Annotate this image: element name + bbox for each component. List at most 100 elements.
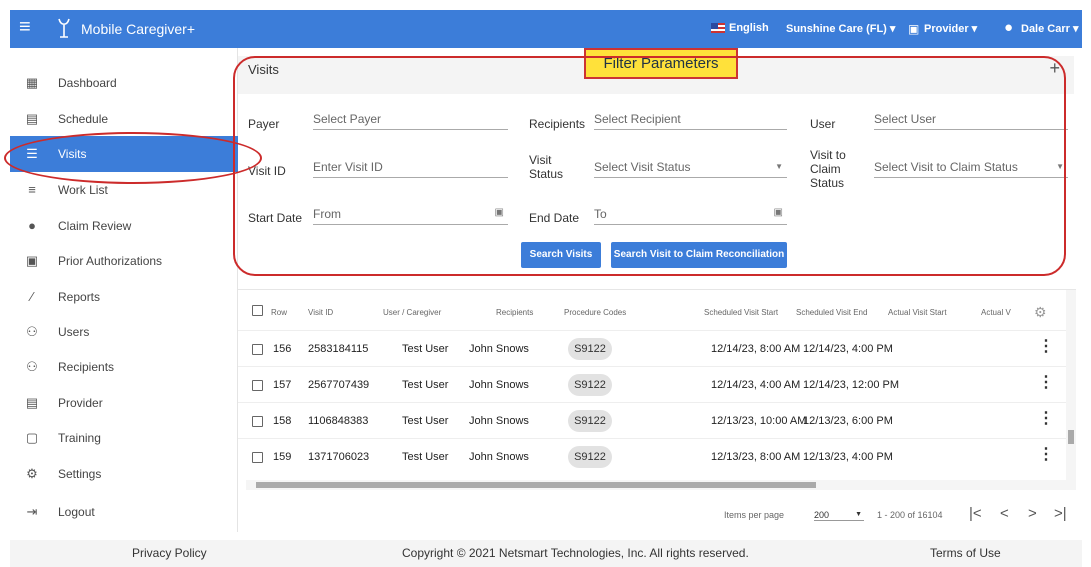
column-header[interactable]: Recipients — [496, 308, 533, 317]
visits-header: Visits + Filter Parameters — [238, 48, 1074, 94]
scheduled-end: 12/14/23, 4:00 PM — [803, 343, 893, 355]
items-per-page-value: 200 — [814, 510, 830, 520]
gear-icon[interactable]: ⚙ — [1034, 304, 1047, 321]
sidebar-item-dashboard[interactable]: ▦ Dashboard — [10, 65, 238, 101]
sidebar-item-recipients[interactable]: ⚇ Recipients — [10, 349, 238, 385]
terms-of-use-link[interactable]: Terms of Use — [930, 546, 1001, 560]
scheduled-start: 12/13/23, 10:00 AM — [711, 415, 807, 427]
sidebar-item-label: Dashboard — [58, 76, 117, 90]
table-row[interactable]: 157 2567707439 Test User John Snows S912… — [238, 366, 1066, 402]
scrollbar-thumb[interactable] — [256, 482, 816, 488]
more-vert-icon[interactable]: ⋮ — [1038, 339, 1054, 355]
procedure-code-chip: S9122 — [568, 446, 612, 468]
scheduled-end: 12/14/23, 12:00 PM — [803, 379, 900, 391]
claim-status-placeholder: Select Visit to Claim Status — [874, 160, 1018, 174]
sidebar-item-prior-authorizations[interactable]: ▣ Prior Authorizations — [10, 243, 238, 279]
horizontal-scrollbar[interactable] — [246, 480, 1076, 490]
payer-select[interactable]: Select Payer — [313, 110, 508, 130]
select-all-checkbox[interactable] — [252, 305, 263, 316]
agency-selector[interactable]: Sunshine Care (FL) ▾ — [786, 22, 895, 35]
menu-icon[interactable]: ≡ — [19, 17, 31, 37]
search-visits-button[interactable]: Search Visits — [521, 242, 601, 268]
sidebar-item-settings[interactable]: ⚙ Settings — [10, 456, 238, 492]
column-header[interactable]: Scheduled Visit End — [796, 308, 867, 317]
account-circle-icon: ● — [1004, 19, 1014, 36]
caregiver: Test User — [402, 451, 449, 463]
row-checkbox[interactable] — [252, 344, 263, 355]
list-icon: ≡ — [28, 182, 36, 197]
next-page-icon[interactable]: > — [1028, 505, 1037, 522]
flag-icon — [711, 23, 725, 33]
vertical-scrollbar[interactable] — [1066, 290, 1076, 480]
role-selector[interactable]: Provider ▾ — [924, 22, 977, 35]
visits-panel: Visits + Filter Parameters Payer Select … — [238, 48, 1082, 532]
scheduled-end: 12/13/23, 6:00 PM — [803, 415, 893, 427]
column-header[interactable]: Actual V — [981, 308, 1011, 317]
column-header[interactable]: Actual Visit Start — [888, 308, 947, 317]
sidebar-item-visits[interactable]: ☰ Visits — [10, 136, 238, 172]
user-placeholder: Select User — [874, 112, 937, 126]
clipboard-icon: ▤ — [25, 395, 39, 410]
gear-icon: ⚙ — [26, 466, 38, 481]
calendar-check-icon: ▣ — [25, 253, 39, 268]
more-vert-icon[interactable]: ⋮ — [1038, 447, 1054, 463]
add-icon[interactable]: + — [1049, 58, 1060, 79]
recipient: John Snows — [469, 415, 529, 427]
top-app-bar: ≡ Mobile Caregiver+ English Sunshine Car… — [10, 10, 1082, 48]
items-per-page-select[interactable]: 200 ▼ — [814, 510, 864, 521]
recipient-select[interactable]: Select Recipient — [594, 110, 787, 130]
first-page-icon[interactable]: |< — [969, 505, 982, 522]
column-header[interactable]: Visit ID — [308, 308, 333, 317]
user-menu[interactable]: Dale Carr ▾ — [1021, 22, 1079, 35]
claim-reconciliation-button[interactable]: Search Visit to Claim Reconciliation — [611, 242, 787, 268]
table-row[interactable]: 158 1106848383 Test User John Snows S912… — [238, 402, 1066, 438]
sidebar-item-claim-review[interactable]: ● Claim Review — [10, 208, 238, 244]
calendar-icon[interactable]: ▣ — [774, 207, 783, 218]
visit-id-label: Visit ID — [248, 164, 286, 178]
scrollbar-thumb[interactable] — [1068, 430, 1074, 444]
last-page-icon[interactable]: >| — [1054, 505, 1067, 522]
sidebar-item-schedule[interactable]: ▤ Schedule — [10, 101, 238, 137]
row-checkbox[interactable] — [252, 452, 263, 463]
language-selector[interactable]: English — [729, 22, 769, 34]
privacy-policy-link[interactable]: Privacy Policy — [132, 546, 207, 560]
sidebar-item-logout[interactable]: ⇥ Logout — [10, 494, 238, 530]
prev-page-icon[interactable]: < — [1000, 505, 1009, 522]
visit-status-select[interactable]: Select Visit Status ▼ — [594, 158, 787, 178]
recipient: John Snows — [469, 451, 529, 463]
row-checkbox[interactable] — [252, 416, 263, 427]
row-checkbox[interactable] — [252, 380, 263, 391]
column-header[interactable]: User / Caregiver — [383, 308, 441, 317]
start-date-input[interactable]: From ▣ — [313, 205, 508, 225]
visit-id-input[interactable]: Enter Visit ID — [313, 158, 508, 178]
sidebar-item-provider[interactable]: ▤ Provider — [10, 385, 238, 421]
sidebar-item-work-list[interactable]: ≡ Work List — [10, 172, 238, 208]
end-date-input[interactable]: To ▣ — [594, 205, 787, 225]
sidebar-item-users[interactable]: ⚇ Users — [10, 314, 238, 350]
sidebar-item-label: Schedule — [58, 112, 109, 126]
more-vert-icon[interactable]: ⋮ — [1038, 375, 1054, 391]
claim-status-select[interactable]: Select Visit to Claim Status ▼ — [874, 158, 1068, 178]
column-header[interactable]: Row — [271, 308, 287, 317]
row-number: 156 — [273, 343, 292, 355]
visit-id[interactable]: 2567707439 — [308, 379, 369, 391]
sidebar-item-label: Users — [58, 325, 90, 339]
visit-id[interactable]: 1371706023 — [308, 451, 369, 463]
more-vert-icon[interactable]: ⋮ — [1038, 411, 1054, 427]
column-header[interactable]: Procedure Codes — [564, 308, 626, 317]
logout-icon: ⇥ — [26, 504, 38, 519]
recipient: John Snows — [469, 379, 529, 391]
visit-id[interactable]: 2583184115 — [308, 343, 368, 355]
sidebar-item-reports[interactable]: ⁄ Reports — [10, 279, 238, 315]
logo-icon — [58, 18, 70, 38]
chevron-down-icon: ▼ — [775, 162, 783, 171]
scheduled-start: 12/14/23, 8:00 AM — [711, 343, 801, 355]
annotation-banner: Filter Parameters — [584, 48, 738, 79]
sidebar-item-training[interactable]: ▢ Training — [10, 420, 238, 456]
table-row[interactable]: 156 2583184115 Test User John Snows S912… — [238, 330, 1066, 366]
visit-id[interactable]: 1106848383 — [308, 415, 368, 427]
calendar-icon[interactable]: ▣ — [495, 207, 504, 218]
column-header[interactable]: Scheduled Visit Start — [704, 308, 778, 317]
user-select[interactable]: Select User — [874, 110, 1068, 130]
table-row[interactable]: 159 1371706023 Test User John Snows S912… — [238, 438, 1066, 474]
